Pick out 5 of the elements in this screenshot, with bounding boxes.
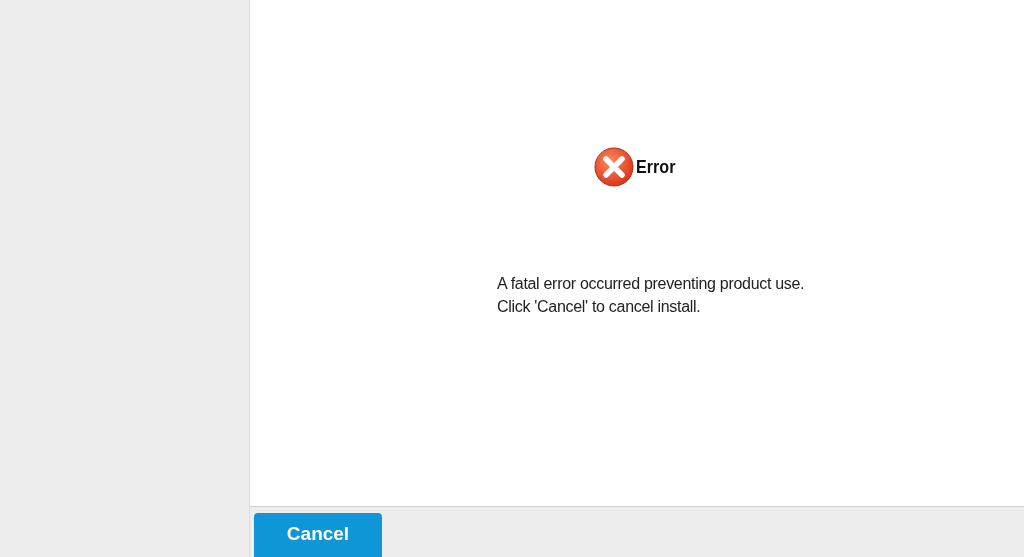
error-message: A fatal error occurred preventing product use. [497, 274, 806, 294]
error-title: Error [636, 156, 676, 178]
cancel-button[interactable]: Cancel [254, 513, 382, 557]
error-message: Click 'Cancel' to cancel install. [497, 297, 702, 317]
error-icon [594, 147, 634, 187]
